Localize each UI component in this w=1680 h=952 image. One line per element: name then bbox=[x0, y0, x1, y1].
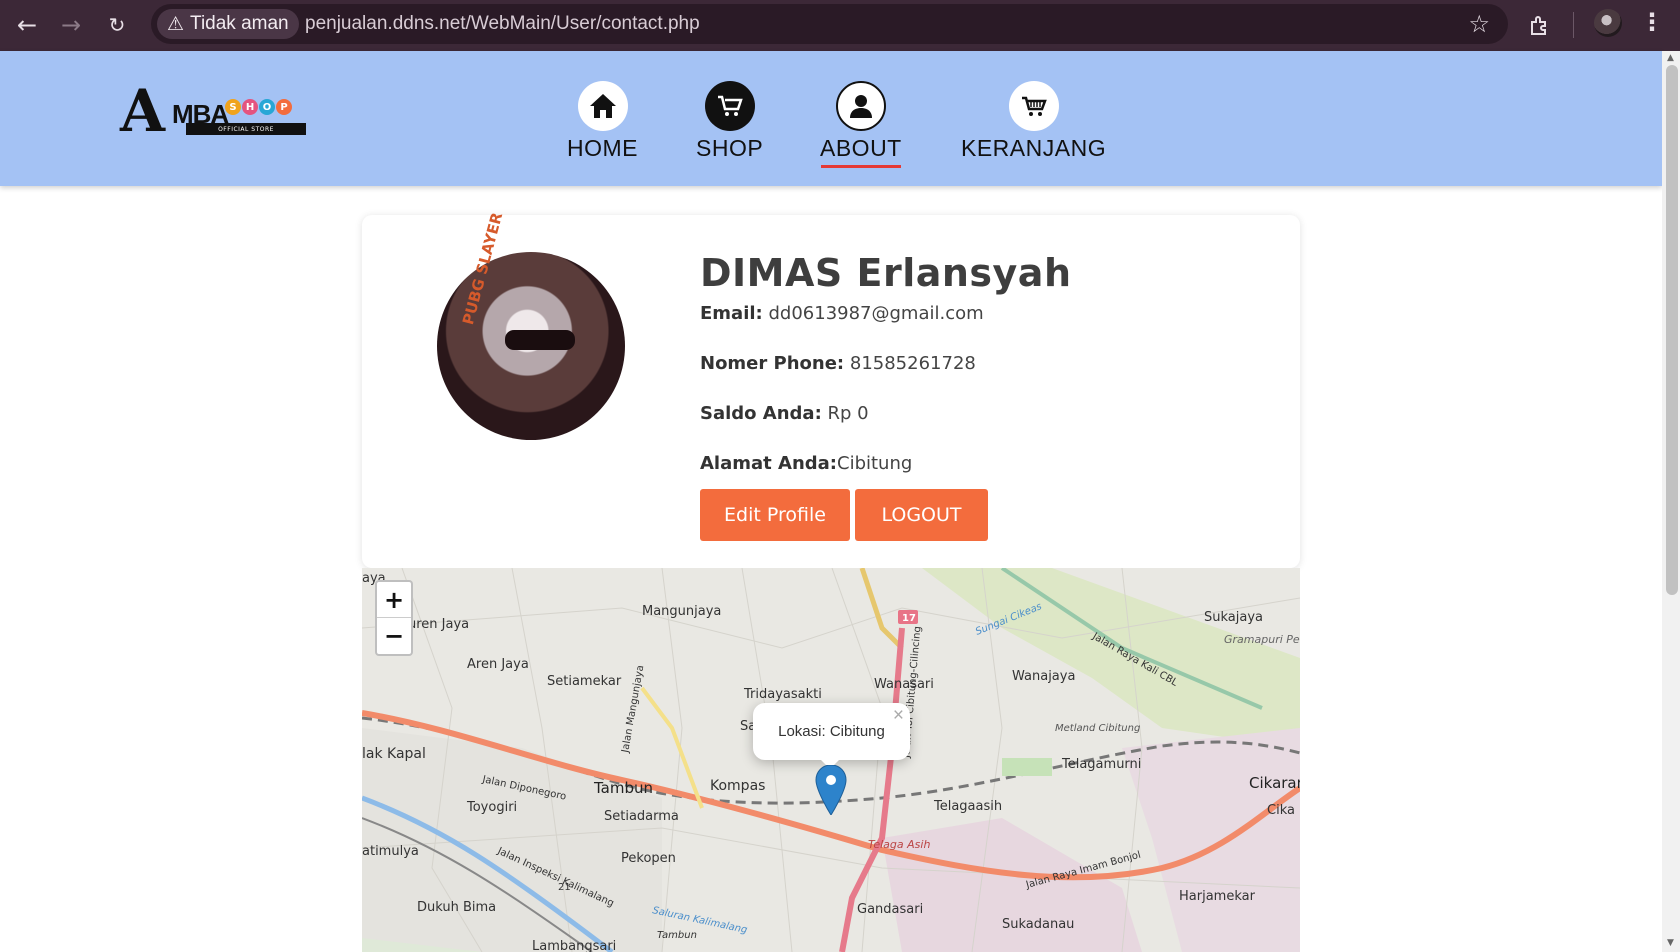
map-label: Mangunjaya bbox=[642, 604, 721, 619]
map-label: Cikarang bbox=[1249, 774, 1300, 792]
nav-keranjang-label: KERANJANG bbox=[961, 135, 1107, 161]
security-label: Tidak aman bbox=[190, 13, 289, 34]
back-button[interactable]: ← bbox=[10, 8, 44, 42]
map-marker-icon[interactable] bbox=[815, 765, 847, 815]
logo-subtitle: OFFICIAL STORE bbox=[186, 123, 306, 135]
browser-toolbar: ← → ↻ ⚠ Tidak aman penjualan.ddns.net/We… bbox=[0, 0, 1680, 51]
email-row: Email: dd0613987@gmail.com bbox=[700, 303, 984, 324]
logo-letter-a: A bbox=[120, 77, 166, 145]
map-label: Aren Jaya bbox=[467, 657, 529, 672]
map-label: Kompas bbox=[710, 778, 765, 794]
browser-profile-avatar[interactable] bbox=[1594, 9, 1622, 37]
map-label: Telagamurni bbox=[1061, 757, 1141, 772]
url-text[interactable]: penjualan.ddns.net/WebMain/User/contact.… bbox=[305, 13, 700, 35]
scroll-up-icon[interactable]: ▲ bbox=[1667, 53, 1674, 63]
zoom-out-button[interactable]: − bbox=[377, 618, 411, 654]
saldo-label: Saldo Anda: bbox=[700, 403, 822, 424]
forward-button[interactable]: → bbox=[54, 8, 88, 42]
map-label: Tridayasakti bbox=[743, 687, 822, 702]
profile-name: DIMAS Erlansyah bbox=[700, 251, 1072, 295]
user-icon bbox=[835, 81, 886, 131]
logo-shop-letters: S H O P bbox=[225, 99, 292, 115]
nav-keranjang[interactable]: KERANJANG bbox=[961, 81, 1106, 162]
security-indicator[interactable]: ⚠ Tidak aman bbox=[157, 9, 299, 39]
saldo-row: Saldo Anda: Rp 0 bbox=[700, 403, 869, 424]
map-label: Harjamekar bbox=[1179, 889, 1256, 904]
map-label: Gandasari bbox=[857, 902, 923, 917]
map-label: Toyogiri bbox=[466, 800, 517, 815]
map-label: Gramapuri Persada bbox=[1224, 633, 1300, 646]
cart-icon bbox=[704, 81, 755, 131]
more-menu-icon[interactable]: ⋮ bbox=[1640, 8, 1664, 36]
map-label: Tambun bbox=[593, 779, 653, 797]
map-label: atimulya bbox=[362, 844, 419, 859]
logo-letter: H bbox=[242, 99, 258, 115]
map-label: Dukuh Bima bbox=[417, 900, 496, 915]
map-zoom-control: + − bbox=[375, 580, 413, 656]
saldo-value: Rp 0 bbox=[827, 403, 869, 424]
logout-button[interactable]: LOGOUT bbox=[855, 489, 988, 541]
nav-home-label: HOME bbox=[567, 135, 638, 161]
edit-profile-button[interactable]: Edit Profile bbox=[700, 489, 850, 541]
popup-text: Lokasi: Cibitung bbox=[778, 723, 885, 740]
location-map[interactable]: aya uren Jaya Aren Jaya Setiamekar Mangu… bbox=[362, 568, 1300, 952]
logo-letter: P bbox=[276, 99, 292, 115]
site-header: A MBA S H O P OFFICIAL STORE HOME SHOP A… bbox=[0, 51, 1662, 186]
email-label: Email: bbox=[700, 303, 763, 324]
zoom-in-button[interactable]: + bbox=[377, 582, 411, 618]
address-bar[interactable]: ⚠ Tidak aman penjualan.ddns.net/WebMain/… bbox=[151, 4, 1508, 44]
nav-about[interactable]: ABOUT bbox=[820, 81, 902, 168]
toolbar-divider bbox=[1573, 12, 1574, 38]
map-label: uren Jaya bbox=[408, 617, 469, 632]
map-popup: Lokasi: Cibitung × bbox=[753, 703, 910, 769]
map-label: Setiamekar bbox=[547, 674, 622, 689]
map-label: Telagaasih bbox=[933, 799, 1002, 814]
logo-letter: O bbox=[259, 99, 275, 115]
map-label: Tambun bbox=[657, 930, 697, 941]
nav-shop[interactable]: SHOP bbox=[696, 81, 763, 162]
user-avatar: PUBG SLAYER bbox=[437, 211, 625, 440]
page-scrollbar[interactable]: ▲ ▼ bbox=[1662, 51, 1680, 952]
scrollbar-thumb[interactable] bbox=[1666, 65, 1678, 595]
map-label: Wanajaya bbox=[1012, 669, 1075, 684]
warning-icon: ⚠ bbox=[167, 13, 185, 35]
map-label: Telaga Asih bbox=[868, 838, 930, 851]
active-nav-underline bbox=[820, 165, 901, 168]
map-label: Lambangsari bbox=[532, 939, 616, 952]
map-label: Metland Cibitung bbox=[1055, 723, 1140, 734]
popup-close-icon[interactable]: × bbox=[893, 705, 904, 727]
phone-value: 81585261728 bbox=[849, 353, 976, 374]
map-label: Cika bbox=[1267, 803, 1295, 818]
scroll-down-icon[interactable]: ▼ bbox=[1667, 938, 1674, 948]
map-label: Sukajaya bbox=[1204, 610, 1263, 625]
alamat-value: Cibitung bbox=[837, 453, 913, 474]
nav-home[interactable]: HOME bbox=[567, 81, 638, 162]
avatar-text: PUBG SLAYER bbox=[459, 210, 507, 327]
extensions-icon[interactable] bbox=[1522, 8, 1556, 42]
map-label: Pekopen bbox=[621, 851, 676, 866]
logo-letter: S bbox=[225, 99, 241, 115]
nav-shop-label: SHOP bbox=[696, 135, 764, 161]
bookmark-star-icon[interactable]: ☆ bbox=[1468, 10, 1490, 38]
map-label: Sukadanau bbox=[1002, 917, 1074, 932]
basket-icon bbox=[1008, 81, 1059, 131]
alamat-label: Alamat Anda: bbox=[700, 453, 837, 474]
alamat-row: Alamat Anda:Cibitung bbox=[700, 453, 912, 474]
phone-label: Nomer Phone: bbox=[700, 353, 845, 374]
map-label: 21 bbox=[558, 882, 571, 893]
nav-about-label: ABOUT bbox=[820, 135, 902, 161]
profile-card: PUBG SLAYER DIMAS Erlansyah Email: dd061… bbox=[362, 211, 1300, 568]
avatar-glasses bbox=[505, 330, 575, 350]
reload-button[interactable]: ↻ bbox=[100, 8, 134, 42]
phone-row: Nomer Phone: 81585261728 bbox=[700, 353, 976, 374]
email-value: dd0613987@gmail.com bbox=[768, 303, 984, 324]
map-label: lak Kapal bbox=[362, 746, 426, 762]
amba-shop-logo[interactable]: A MBA S H O P OFFICIAL STORE bbox=[120, 79, 310, 143]
map-label: 17 bbox=[902, 613, 916, 624]
home-icon bbox=[577, 81, 628, 131]
map-label: Setiadarma bbox=[604, 809, 679, 824]
map-label: Wanasari bbox=[874, 677, 934, 692]
